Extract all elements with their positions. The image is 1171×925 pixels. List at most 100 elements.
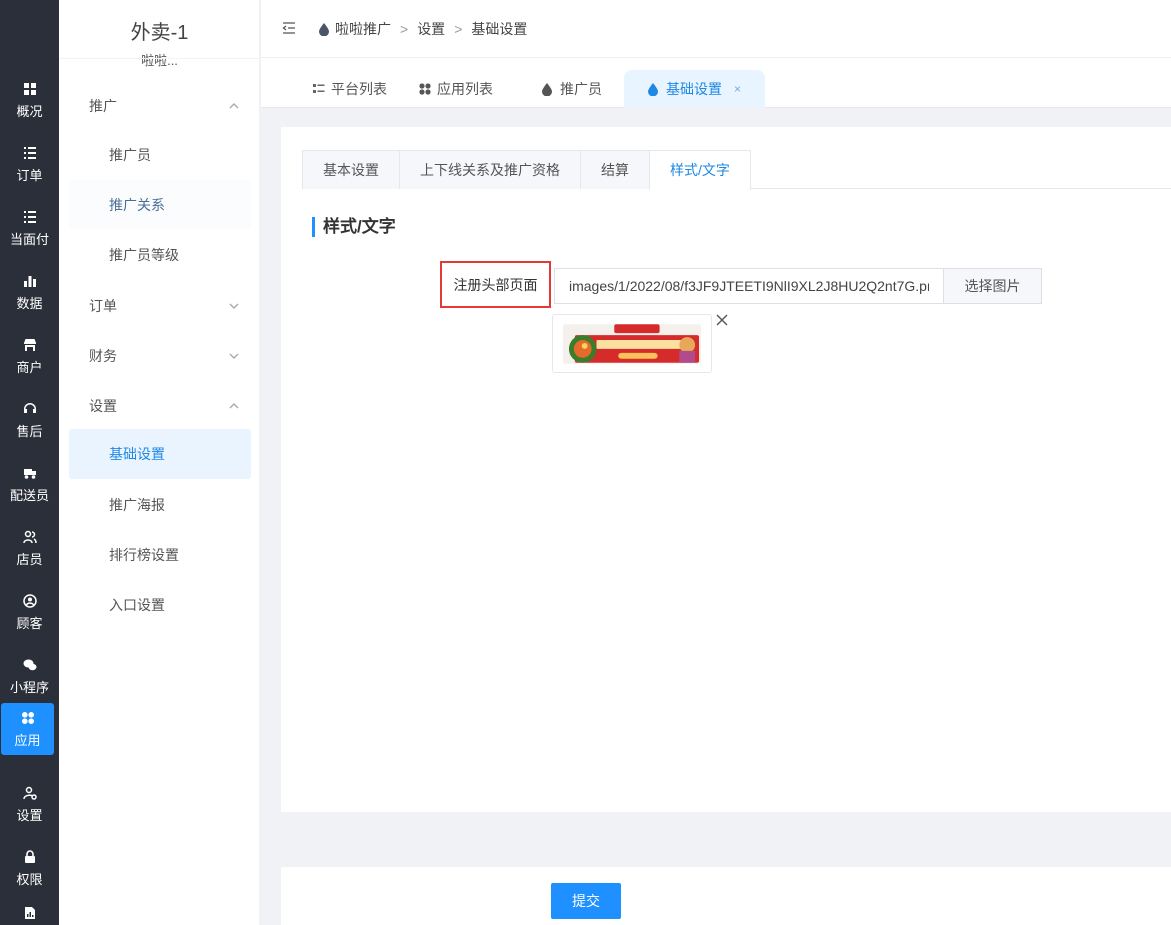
rail-item-label: 订单 xyxy=(16,167,43,183)
apps-icon xyxy=(419,83,431,95)
submit-button[interactable]: 提交 xyxy=(551,883,621,919)
wechat-icon xyxy=(22,657,38,673)
rail-item-settings[interactable]: 设置 xyxy=(0,778,59,830)
rail-item-label: 小程序 xyxy=(9,679,49,695)
chevron-up-icon xyxy=(229,98,239,109)
rail-item-clerk[interactable]: 店员 xyxy=(0,522,59,574)
rail-item-permission[interactable]: 权限 xyxy=(0,842,59,894)
rail-item-label: 应用 xyxy=(14,732,41,748)
drop-icon xyxy=(542,82,554,96)
group-label: 设置 xyxy=(89,398,117,414)
sidebar-item-promoters[interactable]: 推广员 xyxy=(69,130,251,180)
tab-basic-settings[interactable]: 基础设置 × xyxy=(624,70,766,108)
sidebar-item-poster[interactable]: 推广海报 xyxy=(69,480,251,530)
chevron-up-icon xyxy=(229,398,239,409)
remove-image-icon[interactable] xyxy=(715,313,729,327)
rail-item-label: 店员 xyxy=(16,551,43,567)
form-label: 注册头部页面 xyxy=(440,261,551,308)
rail-item-data[interactable]: 数据 xyxy=(0,266,59,318)
chevron-down-icon xyxy=(229,298,239,309)
tab-label: 推广员 xyxy=(560,81,602,97)
rail-item-merchant[interactable]: 商户 xyxy=(0,330,59,382)
staff-icon xyxy=(22,529,38,545)
rail-item-label: 当面付 xyxy=(9,231,49,247)
rail-item-label: 配送员 xyxy=(9,487,49,503)
image-path-input[interactable] xyxy=(554,268,943,304)
drop-icon xyxy=(648,82,660,96)
sidebar-item-ranking[interactable]: 排行榜设置 xyxy=(69,530,251,580)
rail-item-label: 权限 xyxy=(16,871,43,887)
rail-item-label: 顾客 xyxy=(16,615,43,631)
store-name: 外卖-1 xyxy=(130,22,189,44)
rail-item-label: 数据 xyxy=(16,295,43,311)
tab-label: 平台列表 xyxy=(331,81,387,97)
lock-icon xyxy=(22,849,38,865)
tab-label: 基础设置 xyxy=(666,81,722,97)
sidebar-group-orders[interactable]: 订单 xyxy=(89,296,239,316)
breadcrumb-separator: > xyxy=(454,21,463,37)
rail-item-more[interactable] xyxy=(0,895,59,925)
headset-icon xyxy=(22,401,38,417)
rail-item-label: 概况 xyxy=(16,103,43,119)
tab-relations[interactable]: 上下线关系及推广资格 xyxy=(399,150,581,189)
breadcrumb-item[interactable]: 设置 xyxy=(417,19,445,39)
breadcrumb: 啦啦推广 > 设置 > 基础设置 xyxy=(319,19,527,39)
rail-item-miniprogram[interactable]: 小程序 xyxy=(0,650,59,702)
rail-item-face-pay[interactable]: 当面付 xyxy=(0,202,59,254)
store-icon xyxy=(22,337,38,353)
delivery-icon xyxy=(22,465,38,481)
page-tab-bar: 平台列表 应用列表 推广员 基础设置 × xyxy=(261,58,1171,108)
rail-item-label: 设置 xyxy=(16,807,43,823)
customer-icon xyxy=(22,593,38,609)
rail-item-label: 售后 xyxy=(16,423,43,439)
rail-item-label: 商户 xyxy=(16,359,43,375)
report-icon xyxy=(22,905,38,921)
section-title: 样式/文字 xyxy=(312,217,396,237)
settings-tabs: 基本设置 上下线关系及推广资格 结算 样式/文字 xyxy=(302,150,1171,190)
group-label: 订单 xyxy=(89,298,117,314)
chevron-down-icon xyxy=(229,348,239,359)
breadcrumb-separator: > xyxy=(400,21,409,37)
group-label: 财务 xyxy=(89,348,117,364)
form-footer: 提交 xyxy=(281,867,1171,925)
rail-item-courier[interactable]: 配送员 xyxy=(0,458,59,510)
close-icon[interactable]: × xyxy=(734,82,741,96)
collapse-menu-icon[interactable] xyxy=(281,20,297,36)
sidebar-item-promotion-relation[interactable]: 推广关系 xyxy=(69,180,251,230)
sidebar-item-basic-settings[interactable]: 基础设置 xyxy=(69,429,251,479)
rail-item-orders[interactable]: 订单 xyxy=(0,138,59,190)
sidebar-group-finance[interactable]: 财务 xyxy=(89,346,239,366)
rail-item-customer[interactable]: 顾客 xyxy=(0,586,59,638)
breadcrumb-item[interactable]: 啦啦推广 xyxy=(335,19,391,39)
tab-style-text[interactable]: 样式/文字 xyxy=(649,150,751,190)
settings-panel: 基本设置 上下线关系及推广资格 结算 样式/文字 样式/文字 注册头部页面 选择… xyxy=(281,127,1171,812)
list-grid-icon xyxy=(313,83,325,95)
sidebar-group-settings[interactable]: 设置 xyxy=(89,396,239,416)
divider xyxy=(59,58,260,59)
dashboard-icon xyxy=(22,81,38,97)
sidebar-item-promoter-level[interactable]: 推广员等级 xyxy=(69,230,251,280)
rail-item-apps[interactable]: 应用 xyxy=(1,703,54,755)
tab-label: 应用列表 xyxy=(437,81,493,97)
tab-platform-list[interactable]: 平台列表 xyxy=(313,70,387,108)
tab-app-list[interactable]: 应用列表 xyxy=(419,70,493,108)
main-nav-rail: 概况 订单 当面付 数据 商户 售后 配送员 店员 顾客 小程序 应用 设置 权… xyxy=(0,0,59,925)
rail-item-after-sales[interactable]: 售后 xyxy=(0,394,59,446)
list-icon xyxy=(22,145,38,161)
top-header: 啦啦推广 > 设置 > 基础设置 xyxy=(261,0,1171,58)
store-subtitle: 啦啦... xyxy=(141,53,178,68)
apps-icon xyxy=(20,710,36,726)
list-icon xyxy=(22,209,38,225)
rail-item-overview[interactable]: 概况 xyxy=(0,74,59,126)
tab-promoters[interactable]: 推广员 xyxy=(542,70,602,108)
group-label: 推广 xyxy=(89,98,117,114)
banner-image xyxy=(563,324,701,364)
select-image-button[interactable]: 选择图片 xyxy=(943,268,1042,304)
sidebar-group-promotion[interactable]: 推广 xyxy=(89,96,239,116)
bar-chart-icon xyxy=(22,273,38,289)
tab-general[interactable]: 基本设置 xyxy=(302,150,400,189)
tab-settlement[interactable]: 结算 xyxy=(580,150,650,189)
secondary-sidebar: 外卖-1 啦啦... 推广 推广员 推广关系 推广员等级 订单 财务 设置 基础… xyxy=(59,0,260,925)
sidebar-item-entry[interactable]: 入口设置 xyxy=(69,580,251,630)
settings-user-icon xyxy=(22,785,38,801)
